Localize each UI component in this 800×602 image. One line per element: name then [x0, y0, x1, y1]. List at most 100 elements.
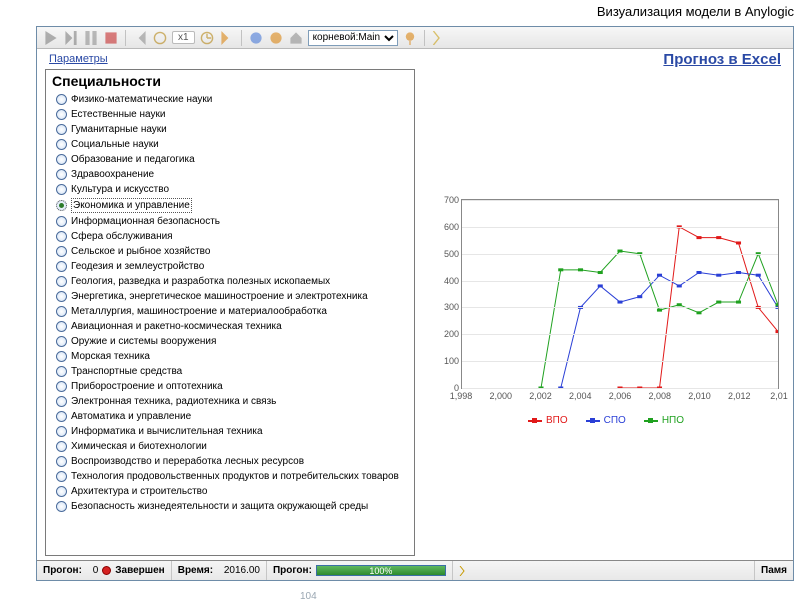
progress-bar: 100%: [316, 565, 446, 576]
specialty-label: Химическая и биотехнологии: [71, 440, 207, 453]
specialty-label: Сфера обслуживания: [71, 230, 173, 243]
radio-icon: [56, 351, 67, 362]
slow-icon[interactable]: [132, 30, 148, 46]
radio-icon: [56, 426, 67, 437]
radio-icon: [56, 200, 67, 211]
specialty-item[interactable]: Воспроизводство и переработка лесных рес…: [56, 454, 410, 469]
specialty-item[interactable]: Социальные науки: [56, 137, 410, 152]
specialty-item[interactable]: Геодезия и землеустройство: [56, 259, 410, 274]
legend-marker-icon: [586, 417, 600, 425]
specialty-label: Авиационная и ракетно-космическая техник…: [71, 320, 282, 333]
radio-icon: [56, 366, 67, 377]
x-tick-label: 2,008: [648, 391, 671, 401]
specialty-label: Социальные науки: [71, 138, 159, 151]
fastest-icon[interactable]: [219, 30, 235, 46]
specialty-item[interactable]: Морская техника: [56, 349, 410, 364]
legend-item: ВПО: [528, 415, 568, 426]
home-icon[interactable]: [288, 30, 304, 46]
specialty-item[interactable]: Физико-математические науки: [56, 92, 410, 107]
radio-icon: [56, 471, 67, 482]
specialty-item[interactable]: Естественные науки: [56, 107, 410, 122]
specialty-item[interactable]: Технология продовольственных продуктов и…: [56, 469, 410, 484]
content-area: Специальности Физико-математические наук…: [37, 69, 793, 560]
specialty-label: Гуманитарные науки: [71, 123, 167, 136]
play-icon[interactable]: [43, 30, 59, 46]
specialty-item[interactable]: Оружие и системы вооружения: [56, 334, 410, 349]
legend-marker-icon: [644, 417, 658, 425]
radio-icon: [56, 109, 67, 120]
speed-label: x1: [172, 31, 195, 44]
specialty-label: Морская техника: [71, 350, 150, 363]
x-tick-label: 2,004: [569, 391, 592, 401]
specialty-label: Информатика и вычислительная техника: [71, 425, 263, 438]
stop-indicator-icon: [102, 566, 111, 575]
x-tick-label: 2,012: [728, 391, 751, 401]
radio-icon: [56, 276, 67, 287]
radio-icon: [56, 306, 67, 317]
radio-icon: [56, 124, 67, 135]
specialty-item[interactable]: Авиационная и ракетно-космическая техник…: [56, 319, 410, 334]
panel-title: Специальности: [46, 70, 414, 92]
excel-link[interactable]: Прогноз в Excel: [663, 51, 781, 68]
play-small-icon: [459, 566, 469, 576]
x-tick-label: 2,006: [609, 391, 632, 401]
specialty-item[interactable]: Информационная безопасность: [56, 214, 410, 229]
pin-icon[interactable]: [402, 30, 418, 46]
specialty-label: Геодезия и землеустройство: [71, 260, 204, 273]
radio-icon: [56, 154, 67, 165]
specialty-item[interactable]: Электронная техника, радиотехника и связ…: [56, 394, 410, 409]
specialty-item[interactable]: Приборостроение и оптотехника: [56, 379, 410, 394]
params-link[interactable]: Параметры: [49, 53, 108, 65]
specialty-item[interactable]: Металлургия, машиностроение и материалоо…: [56, 304, 410, 319]
specialty-label: Экономика и управление: [71, 198, 192, 213]
specialty-item[interactable]: Сельское и рыбное хозяйство: [56, 244, 410, 259]
specialty-item[interactable]: Геология, разведка и разработка полезных…: [56, 274, 410, 289]
links-row: Параметры Прогноз в Excel: [37, 49, 793, 69]
specialty-label: Архитектура и строительство: [71, 485, 207, 498]
outside-title: Визуализация модели в Anylogic: [597, 4, 794, 19]
pause-icon[interactable]: [83, 30, 99, 46]
legend-item: СПО: [586, 415, 626, 426]
legend-marker-icon: [528, 417, 542, 425]
specialty-item[interactable]: Энергетика, энергетическое машиностроени…: [56, 289, 410, 304]
specialty-item[interactable]: Экономика и управление: [56, 197, 410, 214]
agent-select[interactable]: корневой:Main: [308, 30, 398, 46]
fast-icon[interactable]: [199, 30, 215, 46]
specialty-item[interactable]: Образование и педагогика: [56, 152, 410, 167]
step-icon[interactable]: [63, 30, 79, 46]
radio-icon: [56, 184, 67, 195]
specialty-item[interactable]: Сфера обслуживания: [56, 229, 410, 244]
specialty-label: Электронная техника, радиотехника и связ…: [71, 395, 276, 408]
radio-icon: [56, 336, 67, 347]
specialty-label: Автоматика и управление: [71, 410, 191, 423]
specialty-label: Оружие и системы вооружения: [71, 335, 216, 348]
specialty-item[interactable]: Здравоохранение: [56, 167, 410, 182]
specialty-label: Технология продовольственных продуктов и…: [71, 470, 399, 483]
status-progress: Прогон: 100%: [267, 561, 453, 580]
x-tick-label: 1,998: [450, 391, 473, 401]
specialty-item[interactable]: Химическая и биотехнологии: [56, 439, 410, 454]
specialty-label: Безопасность жизнедеятельности и защита …: [71, 500, 368, 513]
nav2-icon[interactable]: [268, 30, 284, 46]
specialty-item[interactable]: Архитектура и строительство: [56, 484, 410, 499]
misc-icon[interactable]: [431, 30, 447, 46]
specialty-item[interactable]: Транспортные средства: [56, 364, 410, 379]
radio-icon: [56, 321, 67, 332]
specialty-item[interactable]: Безопасность жизнедеятельности и защита …: [56, 499, 410, 514]
x-tick-label: 2,01: [770, 391, 788, 401]
specialty-label: Здравоохранение: [71, 168, 154, 181]
status-run: Прогон: 0 Завершен: [37, 561, 172, 580]
specialty-item[interactable]: Культура и искусство: [56, 182, 410, 197]
chart-legend: ВПО СПО НПО: [431, 415, 781, 426]
stop-icon[interactable]: [103, 30, 119, 46]
nav1-icon[interactable]: [248, 30, 264, 46]
specialty-item[interactable]: Гуманитарные науки: [56, 122, 410, 137]
realtime-icon[interactable]: [152, 30, 168, 46]
radio-icon: [56, 291, 67, 302]
specialty-item[interactable]: Информатика и вычислительная техника: [56, 424, 410, 439]
chart-panel: 0100200300400500600700 1,9982,0002,0022,…: [421, 69, 785, 556]
x-tick-label: 2,002: [529, 391, 552, 401]
specialty-label: Естественные науки: [71, 108, 165, 121]
specialty-item[interactable]: Автоматика и управление: [56, 409, 410, 424]
specialty-label: Сельское и рыбное хозяйство: [71, 245, 210, 258]
